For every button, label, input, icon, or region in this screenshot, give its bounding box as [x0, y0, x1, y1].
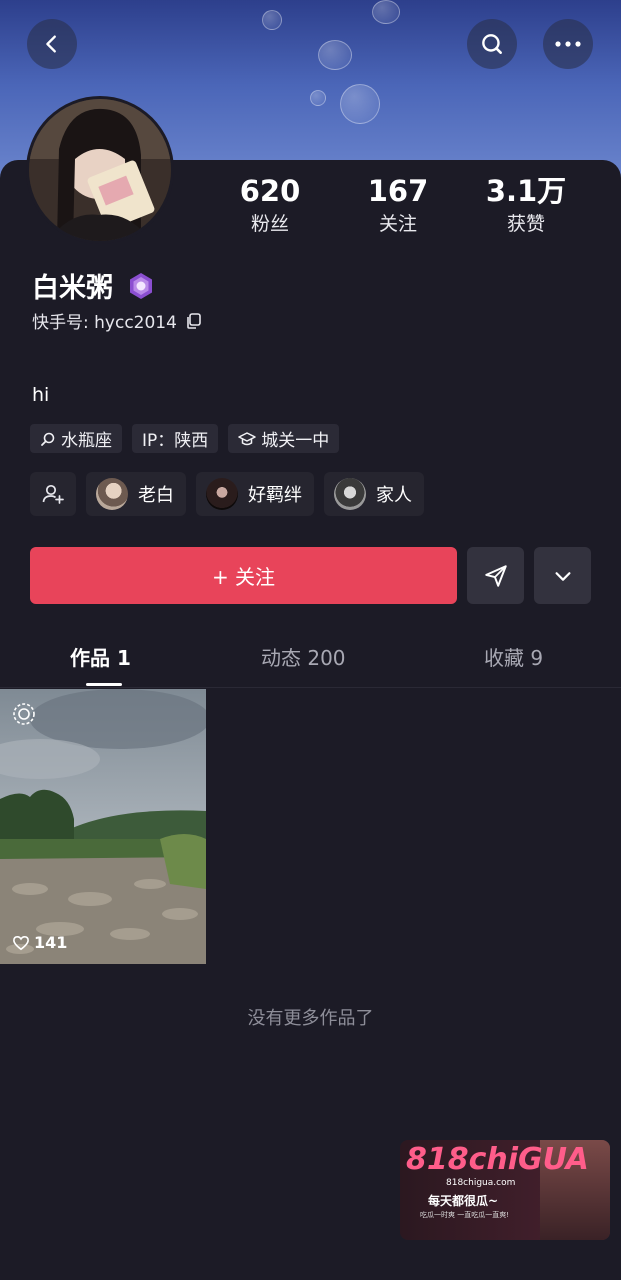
bubble-decoration	[310, 90, 326, 106]
friend-name: 老白	[138, 485, 174, 506]
bubble-decoration	[318, 40, 352, 70]
following-label: 关注	[378, 213, 417, 235]
friend-name: 家人	[376, 485, 412, 506]
content-tabs: 作品 1 动态 200 收藏 9	[0, 636, 621, 688]
bubble-decoration	[262, 10, 282, 30]
stat-following[interactable]: 167 关注	[338, 172, 458, 238]
share-button[interactable]	[467, 547, 524, 604]
live-icon	[13, 703, 35, 725]
back-button[interactable]	[27, 19, 77, 69]
watermark-logo: 818chiGUA	[406, 1142, 589, 1177]
bubble-decoration	[372, 0, 400, 24]
chevron-down-icon	[554, 571, 571, 581]
active-tab-indicator	[86, 683, 122, 686]
expand-button[interactable]	[534, 547, 591, 604]
tag-label: IP：陕西	[142, 431, 209, 451]
add-user-icon	[42, 484, 64, 504]
tab-favorites[interactable]: 收藏 9	[484, 642, 543, 671]
friend-avatar	[206, 478, 238, 510]
chevron-left-icon	[46, 35, 56, 53]
profile-tags: 水瓶座 IP：陕西 城关一中	[30, 424, 340, 453]
friend-chip[interactable]: 家人	[324, 472, 424, 516]
stat-likes[interactable]: 3.1万 获赞	[466, 172, 586, 238]
copy-icon[interactable]	[185, 312, 203, 330]
follow-label: + 关注	[211, 565, 276, 589]
following-count: 167	[367, 174, 429, 208]
avatar[interactable]	[26, 96, 174, 244]
likes-count: 3.1万	[485, 174, 567, 208]
watermark-badge: 818chiGUA 818chigua.com 每天都很瓜~ 吃瓜一时爽 一直吃…	[400, 1140, 610, 1240]
tab-works[interactable]: 作品 1	[70, 642, 131, 671]
friend-chip[interactable]: 好羁绊	[196, 472, 314, 516]
no-more-text: 没有更多作品了	[247, 1008, 374, 1029]
profile-name: 白米粥	[32, 273, 113, 304]
search-button[interactable]	[467, 19, 517, 69]
work-likes: 141	[12, 933, 67, 952]
stat-fans[interactable]: 620 粉丝	[210, 172, 330, 238]
friend-avatar	[96, 478, 128, 510]
work-photo	[0, 689, 206, 964]
likes-value: 141	[34, 933, 68, 952]
follow-button[interactable]: + 关注	[30, 547, 457, 604]
fans-label: 粉丝	[250, 213, 289, 235]
fans-count: 620	[239, 174, 301, 208]
level-badge-icon[interactable]	[127, 272, 155, 300]
work-thumbnail[interactable]: 141	[0, 689, 206, 964]
tag-label: 城关一中	[261, 431, 330, 451]
bubble-decoration	[340, 84, 380, 124]
search-icon	[482, 34, 502, 54]
tab-moments[interactable]: 动态 200	[261, 642, 346, 671]
friend-avatar	[334, 478, 366, 510]
graduation-cap-icon	[238, 431, 257, 445]
friend-name: 好羁绊	[248, 485, 302, 506]
likes-label: 获赞	[506, 213, 545, 235]
friends-row: 老白 好羁绊 家人	[30, 472, 424, 516]
tag-label: 水瓶座	[61, 431, 112, 451]
more-button[interactable]	[543, 19, 593, 69]
search-icon	[41, 432, 55, 446]
user-id-text: 快手号: hycc2014	[32, 313, 177, 333]
watermark-slogan: 每天都很瓜~	[428, 1194, 499, 1208]
tag-school[interactable]: 城关一中	[228, 424, 340, 453]
watermark-sub: 吃瓜一时爽 一直吃瓜一直爽!	[420, 1211, 510, 1219]
name-row: 白米粥	[32, 266, 155, 305]
profile-bio: hi	[32, 384, 50, 406]
more-dots-icon	[555, 41, 581, 47]
tag-zodiac: 水瓶座	[30, 424, 122, 453]
heart-icon	[13, 935, 29, 950]
send-icon	[484, 564, 507, 587]
avatar-photo	[29, 99, 171, 241]
watermark-site: 818chigua.com	[446, 1178, 516, 1188]
user-id-row: 快手号: hycc2014	[32, 308, 203, 333]
friend-chip[interactable]: 老白	[86, 472, 186, 516]
tag-ip: IP：陕西	[132, 424, 219, 453]
add-friend-button[interactable]	[30, 472, 76, 516]
